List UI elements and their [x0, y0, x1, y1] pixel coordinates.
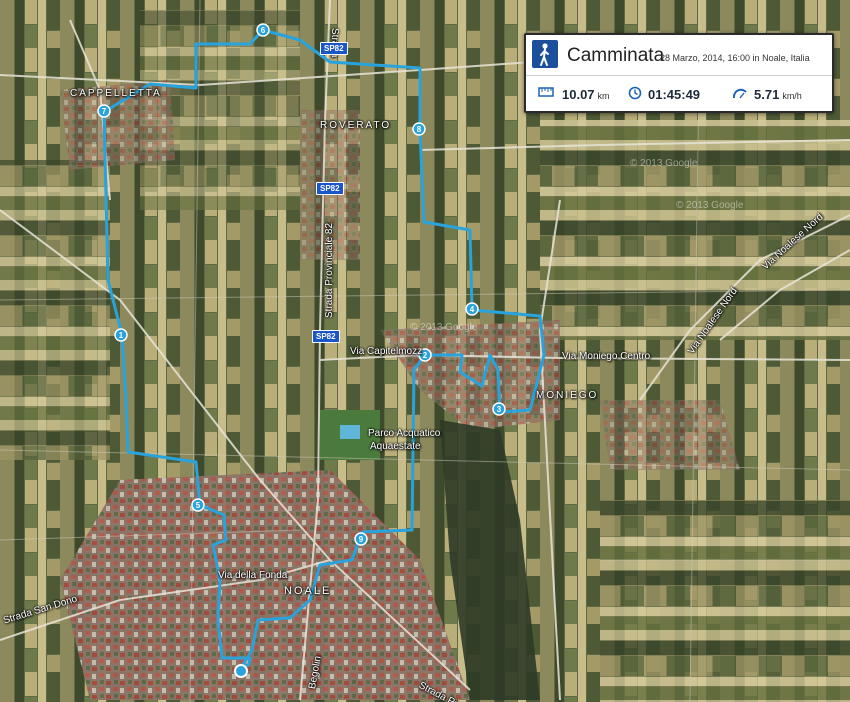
- duration-stat: 01:45:49: [648, 87, 701, 102]
- label-via-moniego-centro: Via Moniego Centro: [562, 351, 651, 362]
- label-parco-acquatico: Parco Acquatico: [368, 428, 441, 439]
- label-roverato: ROVERATO: [320, 120, 392, 131]
- route-marker-label: 8: [417, 125, 422, 134]
- route-marker-3[interactable]: 3: [492, 402, 506, 416]
- route-marker-label: 4: [470, 305, 475, 314]
- speed-stat: 5.71 km/h: [754, 87, 802, 102]
- start-finish-marker[interactable]: [234, 664, 248, 678]
- route-marker-label: 7: [102, 107, 107, 116]
- route-marker-4[interactable]: 4: [465, 302, 479, 316]
- google-watermark: © 2013 Google: [410, 322, 478, 333]
- distance-value: 10.07: [562, 87, 595, 102]
- route-marker-1[interactable]: 1: [114, 328, 128, 342]
- route-marker-5[interactable]: 5: [191, 498, 205, 512]
- google-watermark: © 2013 Google: [630, 158, 698, 169]
- route-marker-label: 6: [261, 26, 266, 35]
- route-marker-label: 3: [497, 405, 502, 414]
- activity-title: Camminata: [567, 45, 665, 66]
- route-marker-6[interactable]: 6: [256, 23, 270, 37]
- distance-stat: 10.07 km: [562, 87, 610, 102]
- speed-unit: km/h: [782, 91, 802, 101]
- activity-header: Camminata 28 Marzo, 2014, 16:00 in Noale…: [526, 35, 832, 76]
- road-shield-sp82-lower: SP82: [312, 330, 340, 343]
- route-marker-label: 5: [196, 501, 201, 510]
- route-marker-9[interactable]: 9: [354, 532, 368, 546]
- route-marker-label: 9: [359, 535, 364, 544]
- google-watermark: © 2013 Google: [676, 200, 744, 211]
- road-shield-sp82-middle: SP82: [316, 182, 344, 195]
- label-cappelletta: CAPPELLETTA: [70, 88, 162, 99]
- route-marker-label: 2: [423, 351, 428, 360]
- distance-unit: km: [597, 91, 610, 101]
- label-strada-provinciale-82: Strada Provinciale 82: [324, 222, 335, 318]
- clock-icon: [628, 86, 642, 100]
- speed-value: 5.71: [754, 87, 780, 102]
- map-frame: 1 2 3 4 5 6 7 8 9 CAPPELLETTA ROVERATO MONIEGO N…: [0, 0, 850, 702]
- activity-summary-panel: Camminata 28 Marzo, 2014, 16:00 in Noale…: [524, 33, 834, 113]
- label-via-capitelmozz: Via Capitelmozz: [350, 346, 423, 357]
- label-moniego: MONIEGO: [536, 390, 599, 401]
- label-via-della-fonda: Via della Fonda: [218, 570, 288, 581]
- road-shield-sp82-top: SP82: [320, 42, 348, 55]
- activity-subtitle: 28 Marzo, 2014, 16:00 in Noale, Italia: [660, 53, 810, 63]
- route-marker-7[interactable]: 7: [97, 104, 111, 118]
- ruler-icon: [538, 87, 554, 97]
- label-noale: NOALE: [284, 585, 332, 597]
- route-marker-8[interactable]: 8: [412, 122, 426, 136]
- label-aquaestate: Aquaestate: [370, 441, 421, 452]
- walking-person-icon: [532, 40, 558, 68]
- route-marker-label: 1: [119, 331, 124, 340]
- speedometer-icon: [732, 88, 747, 99]
